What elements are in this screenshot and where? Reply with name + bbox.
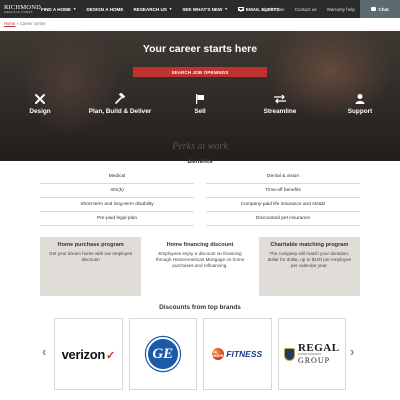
verizon-logo: verizon✓ (61, 346, 116, 362)
hammer-icon (113, 92, 127, 105)
brands-title: Discounts from top brands (159, 304, 241, 311)
feature-streamline-label: Streamline (263, 108, 297, 115)
fitness-word: FITNESS (226, 349, 263, 359)
hero-title: Your career starts here (142, 43, 258, 55)
benefit-item: Dental & vision (206, 170, 360, 184)
feature-support-label: Support (347, 108, 373, 115)
nav-design-a-home[interactable]: DESIGN A HOME (82, 0, 129, 18)
contact-us-link[interactable]: Contact us (290, 0, 322, 18)
benefit-item: Medical (40, 170, 194, 184)
benefit-item: Time-off benefits (206, 184, 360, 198)
pencil-cross-icon (33, 93, 47, 105)
caret-down-icon: ▼ (73, 7, 77, 11)
career-features: Design Plan, Build & Deliver Sell Stream… (0, 92, 400, 121)
breadcrumb-separator: » (16, 21, 19, 26)
brand-regal[interactable]: REGAL ENTERTAINMENT GROUP (277, 318, 346, 390)
nav-see-whats-new-label: SEE WHAT'S NEW (182, 6, 223, 12)
program-cards: Home purchase program Get your dream hom… (40, 237, 360, 296)
benefit-item: Pre-paid legal plan (40, 212, 194, 226)
ge-logo: GE (145, 337, 180, 371)
benefits-list: Medical Dental & vision 401(k) Time-off … (40, 170, 360, 226)
caret-down-icon: ▼ (168, 7, 173, 11)
richmond-logo[interactable]: RICHMOND AMERICAN HOMES (0, 0, 41, 18)
arrows-icon (273, 93, 287, 105)
brand-24-hour-fitness[interactable]: 24 HOUR FITNESS (203, 318, 272, 390)
brand-carousel: verizon✓ GE 24 HOUR FITNESS REGAL ENTERT… (54, 318, 346, 390)
brand-verizon[interactable]: verizon✓ (54, 318, 123, 390)
regal-group-word: GROUP (297, 355, 331, 365)
benefit-item: Company-paid life insurance and AD&D (206, 198, 360, 212)
card-title: Home purchase program (57, 242, 124, 248)
home-financing-discount-card: Home financing discount Employees enjoy … (149, 237, 251, 296)
sign-icon (193, 93, 207, 105)
top-nav: RICHMOND AMERICAN HOMES FIND A HOME ▼ DE… (0, 0, 400, 18)
chat-label: Chat (378, 6, 389, 12)
fitness-logo: 24 HOUR FITNESS (212, 348, 262, 360)
verizon-word: verizon (61, 346, 106, 362)
nav-design-a-home-label: DESIGN A HOME (86, 6, 124, 12)
sign-in-link[interactable]: Sign in/Join (256, 0, 290, 18)
card-body: Get your dream home with our employee di… (49, 251, 133, 262)
nav-research-us[interactable]: RESEARCH US ▼ (128, 0, 177, 18)
breadcrumb: Home » Career center (4, 21, 45, 26)
warranty-help-link[interactable]: Warranty help (322, 0, 360, 18)
person-icon (353, 93, 367, 105)
fitness-badge: 24 HOUR (212, 348, 225, 360)
benefit-item: Short-term and long-term disability (40, 198, 194, 212)
regal-logo: REGAL ENTERTAINMENT GROUP (283, 343, 340, 365)
logo-sub-text: AMERICAN HOMES (4, 10, 33, 14)
utility-nav: Sign in/Join Contact us Warranty help Ch… (256, 0, 400, 18)
card-body: The company will match your donation, do… (267, 251, 352, 268)
nav-find-a-home-label: FIND A HOME (41, 6, 72, 12)
feature-design[interactable]: Design (0, 93, 80, 121)
brand-ge[interactable]: GE (128, 318, 197, 390)
feature-sell-label: Sell (194, 108, 206, 115)
benefit-item: 401(k) (40, 184, 194, 198)
breadcrumb-current: Career center (19, 21, 46, 26)
perks-title: Perks at work (172, 141, 228, 152)
chat-button[interactable]: Chat (360, 0, 400, 18)
feature-plan-build-deliver-label: Plan, Build & Deliver (88, 108, 152, 115)
feature-design-label: Design (29, 108, 51, 115)
benefits-title: Benefits (187, 158, 213, 165)
regal-crest-icon (283, 347, 295, 361)
feature-support[interactable]: Support (320, 93, 400, 121)
caret-down-icon: ▼ (224, 7, 228, 11)
envelope-icon (237, 7, 244, 11)
feature-sell[interactable]: Sell (160, 93, 240, 121)
card-title: Charitable matching program (270, 242, 349, 248)
card-title: Home financing discount (166, 242, 234, 248)
search-job-openings-button[interactable]: SEARCH JOB OPENINGS (133, 67, 267, 77)
nav-research-us-label: RESEARCH US (133, 6, 167, 12)
regal-text: REGAL ENTERTAINMENT GROUP (298, 343, 340, 365)
chat-icon (371, 7, 377, 11)
carousel-prev-arrow-icon[interactable]: ‹ (42, 344, 46, 359)
checkmark-icon: ✓ (106, 349, 115, 362)
nav-see-whats-new[interactable]: SEE WHAT'S NEW ▼ (177, 0, 233, 18)
benefit-item: Discounted pet insurance (206, 212, 360, 226)
card-body: Employees enjoy a discount on financing … (155, 251, 245, 268)
breadcrumb-home-link[interactable]: Home (4, 21, 15, 26)
home-purchase-program-card: Home purchase program Get your dream hom… (40, 237, 142, 296)
feature-streamline[interactable]: Streamline (240, 93, 320, 121)
feature-plan-build-deliver[interactable]: Plan, Build & Deliver (80, 92, 160, 121)
charitable-matching-program-card: Charitable matching program The company … (258, 237, 360, 296)
nav-find-a-home[interactable]: FIND A HOME ▼ (36, 0, 82, 18)
carousel-next-arrow-icon[interactable]: › (350, 344, 354, 359)
